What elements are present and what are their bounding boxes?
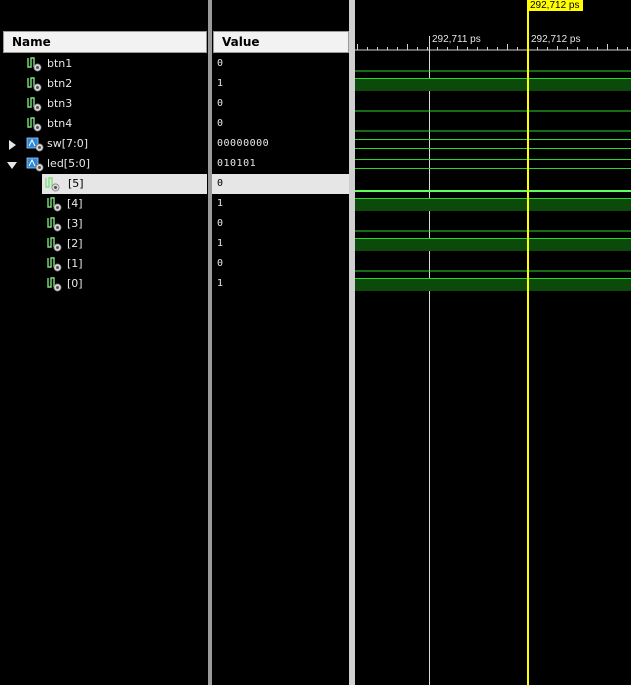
signal-value: 1 xyxy=(217,198,224,209)
signal-row[interactable]: [2] xyxy=(0,234,208,254)
value-row[interactable]: 0 xyxy=(212,174,349,194)
signal-value: 1 xyxy=(217,78,224,89)
signal-row[interactable]: btn3 xyxy=(0,94,208,114)
time-marker-label: 292,711 ps xyxy=(431,34,482,46)
value-row[interactable]: 1 xyxy=(212,234,349,254)
value-row[interactable]: 1 xyxy=(212,194,349,214)
signal-row[interactable]: btn4 xyxy=(0,114,208,134)
signal-value: 0 xyxy=(217,218,224,229)
signal-name: [2] xyxy=(67,237,83,250)
signal-row[interactable]: [0] xyxy=(0,274,208,294)
signal-row[interactable]: [1] xyxy=(0,254,208,274)
signal-name: [4] xyxy=(67,197,83,210)
value-row[interactable]: 0 xyxy=(212,214,349,234)
signal-name: [3] xyxy=(67,217,83,230)
waveform-panel[interactable]: 292,711 ps 292,712 ps 292,712 ps xyxy=(355,0,631,685)
value-row[interactable]: 00000000 xyxy=(212,134,349,154)
signal-value: 0 xyxy=(217,178,224,189)
signal-row[interactable]: btn2 xyxy=(0,74,208,94)
signal-value: 1 xyxy=(217,238,224,249)
signal-name: led[5:0] xyxy=(47,157,91,170)
signal-row[interactable]: [5] xyxy=(42,174,207,194)
signal-value: 0 xyxy=(217,118,224,129)
expand-arrow-icon[interactable] xyxy=(6,138,18,150)
signal-value: 010101 xyxy=(217,158,257,169)
signal-icon xyxy=(46,276,62,299)
value-row[interactable]: 010101 xyxy=(212,154,349,174)
name-column-header[interactable]: Name xyxy=(3,31,207,53)
signal-value: 1 xyxy=(217,278,224,289)
value-row[interactable]: 1 xyxy=(212,74,349,94)
value-row[interactable]: 0 xyxy=(212,54,349,74)
signal-row[interactable]: led[5:0] xyxy=(0,154,208,174)
value-row[interactable]: 0 xyxy=(212,94,349,114)
value-row[interactable]: 0 xyxy=(212,114,349,134)
signal-value: 00000000 xyxy=(217,138,270,149)
value-column-header[interactable]: Value xyxy=(213,31,349,53)
signal-high-fill xyxy=(355,199,631,211)
signal-high-fill xyxy=(355,279,631,291)
signal-name: [5] xyxy=(68,177,84,190)
signal-row[interactable]: [3] xyxy=(0,214,208,234)
signal-row[interactable]: [4] xyxy=(0,194,208,214)
signal-name: btn4 xyxy=(47,117,73,130)
signal-value: 0 xyxy=(217,98,224,109)
time-marker-label: 292,712 ps xyxy=(530,34,582,46)
signal-row[interactable]: btn1 xyxy=(0,54,208,74)
cursor-time-label[interactable]: 292,712 ps xyxy=(527,0,583,11)
signal-name: btn3 xyxy=(47,97,73,110)
name-panel: Name btn1 btn2 btn3 btn4 sw[7:0] led[5:0… xyxy=(0,0,208,685)
signal-name: [0] xyxy=(67,277,83,290)
value-panel: Value 0 1 0 0 00000000 010101 0 1 0 1 0 1 xyxy=(212,0,349,685)
signal-name: btn1 xyxy=(47,57,73,70)
signal-row[interactable]: sw[7:0] xyxy=(0,134,208,154)
value-row[interactable]: 1 xyxy=(212,274,349,294)
signal-name: [1] xyxy=(67,257,83,270)
signal-name: btn2 xyxy=(47,77,73,90)
value-row[interactable]: 0 xyxy=(212,254,349,274)
signal-high-fill xyxy=(355,79,631,91)
collapse-arrow-icon[interactable] xyxy=(6,158,18,170)
signal-value: 0 xyxy=(217,258,224,269)
signal-value: 0 xyxy=(217,58,224,69)
waveform-canvas[interactable] xyxy=(355,0,631,685)
signal-high-fill xyxy=(355,239,631,251)
signal-name: sw[7:0] xyxy=(47,137,89,150)
